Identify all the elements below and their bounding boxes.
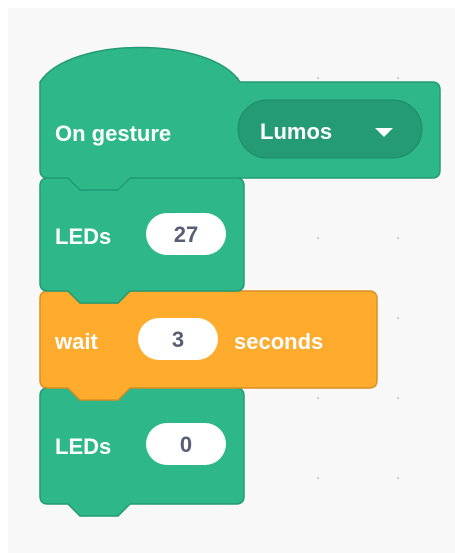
gesture-hat-block[interactable]: On gesture Lumos xyxy=(39,46,441,191)
script-stack: LEDs 0 wait 3 seconds LEDs 27 On gesture… xyxy=(39,46,441,517)
leds-block-2-value: 0 xyxy=(180,432,192,457)
leds-block-1-label: LEDs xyxy=(55,224,111,249)
wait-block-value-field[interactable]: 3 xyxy=(138,318,218,360)
gesture-dropdown-value: Lumos xyxy=(260,119,332,144)
wait-block[interactable]: wait 3 seconds xyxy=(39,290,378,401)
wait-block-suffix: seconds xyxy=(234,329,323,354)
leds-block-1[interactable]: LEDs 27 xyxy=(39,177,245,304)
leds-block-2-label: LEDs xyxy=(55,434,111,459)
leds-block-1-value: 27 xyxy=(174,222,198,247)
leds-block-1-value-field[interactable]: 27 xyxy=(146,213,226,255)
gesture-hat-label: On gesture xyxy=(55,121,171,146)
leds-block-2-value-field[interactable]: 0 xyxy=(146,423,226,465)
wait-block-label: wait xyxy=(54,329,98,354)
gesture-dropdown[interactable]: Lumos xyxy=(237,99,423,159)
wait-block-value: 3 xyxy=(172,327,184,352)
leds-block-2[interactable]: LEDs 0 xyxy=(39,387,245,517)
